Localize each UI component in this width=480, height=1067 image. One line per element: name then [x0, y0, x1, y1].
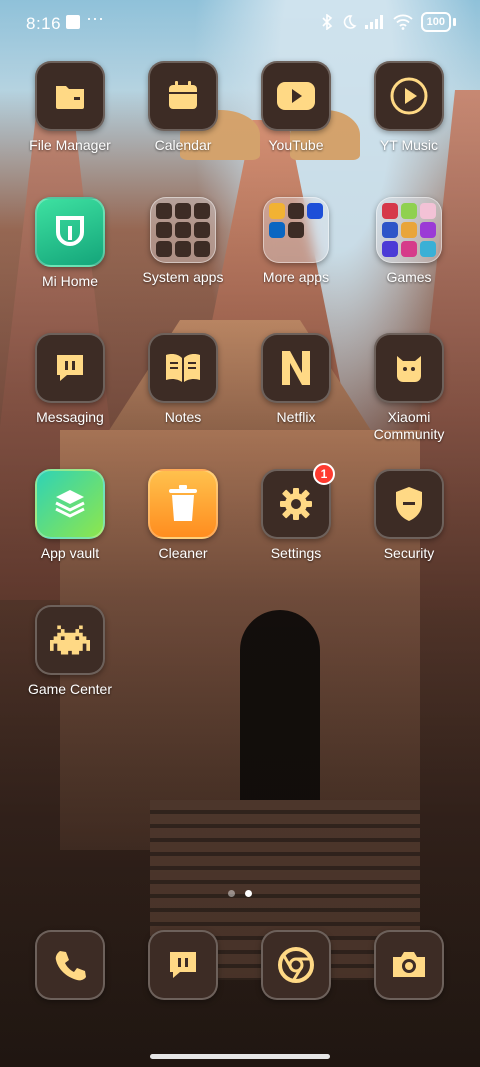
battery-level: 100 [420, 12, 451, 32]
page-indicator[interactable] [0, 890, 480, 897]
moon-icon [343, 15, 357, 29]
signal-icon [364, 15, 383, 29]
camera-icon [374, 930, 444, 1000]
shield-icon [374, 469, 444, 539]
dock-camera[interactable] [353, 930, 465, 1000]
battery-icon: 100 [420, 12, 456, 32]
notification-square-icon [66, 15, 80, 29]
dock-phone[interactable] [14, 930, 126, 1000]
app-cleaner[interactable]: Cleaner [127, 469, 239, 562]
folder-more-apps[interactable]: More apps [240, 197, 352, 286]
invader-icon [35, 605, 105, 675]
wifi-icon [393, 14, 413, 30]
phone-icon [35, 930, 105, 1000]
app-game-center[interactable]: Game Center [14, 605, 126, 698]
calendar-icon [148, 61, 218, 131]
bluetooth-icon [322, 14, 332, 30]
layers-icon [35, 469, 105, 539]
app-youtube[interactable]: YouTube [240, 61, 352, 154]
status-icons: 100 [321, 12, 456, 32]
app-calendar[interactable]: Calendar [127, 61, 239, 154]
youtube-icon [261, 61, 331, 131]
app-mi-home[interactable]: Mi Home [14, 197, 126, 290]
home-screen: 8:16 ··· 100 File Manager Calendar YouTu… [0, 0, 480, 1067]
folder-grid-icon [376, 197, 442, 263]
status-time: 8:16 [26, 14, 62, 33]
message-icon [148, 930, 218, 1000]
app-notes[interactable]: Notes [127, 333, 239, 426]
app-app-vault[interactable]: App vault [14, 469, 126, 562]
app-netflix[interactable]: Netflix [240, 333, 352, 426]
chrome-icon [261, 930, 331, 1000]
page-dot[interactable] [228, 890, 235, 897]
page-dot-current[interactable] [245, 890, 252, 897]
more-notifications: ··· [86, 8, 104, 28]
yt-music-icon [374, 61, 444, 131]
status-bar: 8:16 ··· 100 [0, 0, 480, 48]
app-file-manager[interactable]: File Manager [14, 61, 126, 154]
folder-grid-icon [150, 197, 216, 263]
app-xiaomi-community[interactable]: Xiaomi Community [353, 333, 465, 443]
message-icon [35, 333, 105, 403]
mi-home-icon [35, 197, 105, 267]
app-settings[interactable]: 1 Settings [240, 463, 352, 562]
community-icon [374, 333, 444, 403]
app-messaging[interactable]: Messaging [14, 333, 126, 426]
folder-icon [35, 61, 105, 131]
dock-chrome[interactable] [240, 930, 352, 1000]
home-indicator[interactable] [150, 1054, 330, 1059]
app-security[interactable]: Security [353, 469, 465, 562]
folder-games[interactable]: Games [353, 197, 465, 286]
netflix-icon [261, 333, 331, 403]
app-yt-music[interactable]: YT Music [353, 61, 465, 154]
trash-icon [148, 469, 218, 539]
folder-grid-icon [263, 197, 329, 263]
notes-icon [148, 333, 218, 403]
notification-badge: 1 [313, 463, 335, 485]
gear-icon: 1 [261, 463, 335, 539]
dock-messaging[interactable] [127, 930, 239, 1000]
folder-system-apps[interactable]: System apps [127, 197, 239, 286]
